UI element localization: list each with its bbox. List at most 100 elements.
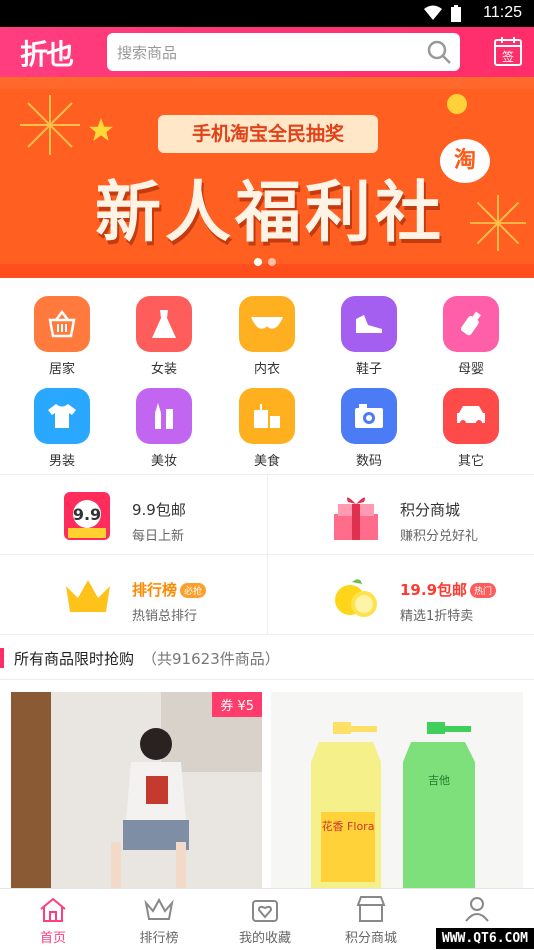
search-placeholder: 搜索商品 bbox=[117, 44, 178, 62]
user-icon bbox=[465, 897, 489, 922]
app-logo: 折也 bbox=[20, 38, 74, 71]
coin-icon bbox=[447, 94, 467, 114]
promo-tag: 必抢 bbox=[180, 583, 207, 598]
status-time: 11:25 bbox=[483, 4, 522, 21]
camera-icon bbox=[341, 388, 397, 444]
category-item-women[interactable]: 女装 bbox=[124, 296, 204, 377]
search-icon[interactable] bbox=[426, 39, 452, 69]
promo-nineteen-nine[interactable]: 19.9包邮 热门 精选1折特卖 bbox=[267, 555, 534, 635]
star-icon bbox=[89, 118, 113, 141]
section-title: 所有商品限时抢购 （共91623件商品） bbox=[14, 648, 280, 669]
tshirt-icon bbox=[34, 388, 90, 444]
taobao-badge: 淘 bbox=[440, 139, 490, 183]
tab-label: 首页 bbox=[39, 931, 66, 946]
category-item-men[interactable]: 男装 bbox=[22, 388, 102, 469]
coupon-badge: 券 ¥5 bbox=[212, 692, 262, 717]
shop-icon bbox=[356, 896, 386, 922]
promo-title-text: 19.9包邮 bbox=[400, 581, 468, 599]
promo-subtitle: 赚积分兑好礼 bbox=[400, 529, 479, 544]
product-image: 花香 Flora 吉他 bbox=[271, 692, 523, 889]
promo-title: 积分商城 bbox=[400, 501, 461, 519]
section-title-text: 所有商品限时抢购 bbox=[14, 650, 135, 668]
crown-icon bbox=[144, 897, 174, 920]
carousel-dots[interactable] bbox=[254, 258, 276, 266]
promo-subtitle: 每日上新 bbox=[132, 529, 185, 544]
promo-subtitle: 精选1折特卖 bbox=[400, 609, 474, 624]
promo-grid: 9.9 9.9包邮 每日上新 积分商城 赚积分兑好礼 排行榜 必抢 热销总排行 1… bbox=[0, 474, 534, 635]
tab-favorites[interactable]: 我的收藏 bbox=[212, 889, 318, 950]
app-header: 折也 搜索商品 签 bbox=[0, 27, 534, 77]
tab-home[interactable]: 首页 bbox=[0, 889, 106, 950]
product-count: （共91623件商品） bbox=[142, 650, 280, 668]
makeup-icon bbox=[136, 388, 192, 444]
site-watermark: WWW.QT6.COM bbox=[435, 928, 534, 949]
carousel-dot[interactable] bbox=[268, 258, 276, 266]
product-card[interactable]: 花香 Flora 吉他 bbox=[271, 692, 523, 889]
nine-nine-icon: 9.9 bbox=[64, 492, 110, 540]
firework-icon bbox=[20, 95, 80, 155]
category-label: 男装 bbox=[48, 454, 75, 469]
promo-nine-nine[interactable]: 9.9 9.9包邮 每日上新 bbox=[0, 475, 267, 555]
bottom-tab-bar: 首页 排行榜 我的收藏 积分商城 WWW.QT6.COM bbox=[0, 888, 534, 949]
category-item-makeup[interactable]: 美妆 bbox=[124, 388, 204, 469]
shoe-icon bbox=[341, 296, 397, 352]
product-image bbox=[11, 692, 262, 889]
promo-banner[interactable]: 手机淘宝全民抽奖 新人福利社 淘 bbox=[0, 77, 534, 278]
promo-title: 19.9包邮 热门 bbox=[400, 579, 497, 600]
promo-tag: 热门 bbox=[470, 583, 497, 598]
baby-bottle-icon bbox=[443, 296, 499, 352]
svg-text:9.9: 9.9 bbox=[73, 505, 101, 524]
promo-ranking[interactable]: 排行榜 必抢 热销总排行 bbox=[0, 555, 267, 635]
calendar-icon: 签 bbox=[494, 37, 522, 66]
product-card[interactable]: 券 ¥5 bbox=[11, 692, 262, 889]
crown-icon bbox=[66, 580, 110, 612]
basket-icon bbox=[34, 296, 90, 352]
flash-sale-header: 所有商品限时抢购 （共91623件商品） bbox=[0, 636, 534, 680]
category-item-baby[interactable]: 母婴 bbox=[431, 296, 511, 377]
category-label: 美妆 bbox=[150, 454, 177, 469]
tab-ranking[interactable]: 排行榜 bbox=[106, 889, 212, 950]
promo-title-text: 排行榜 bbox=[132, 581, 178, 599]
firework-icon bbox=[470, 195, 526, 251]
category-label: 数码 bbox=[355, 454, 382, 469]
category-item-home[interactable]: 居家 bbox=[22, 296, 102, 377]
svg-text:签: 签 bbox=[502, 49, 514, 64]
category-item-underwear[interactable]: 内衣 bbox=[227, 296, 307, 377]
section-accent-bar bbox=[0, 648, 4, 668]
category-item-digital[interactable]: 数码 bbox=[329, 388, 409, 469]
carousel-dot[interactable] bbox=[254, 258, 262, 266]
tab-label: 积分商城 bbox=[344, 931, 397, 946]
promo-title: 9.9包邮 bbox=[132, 501, 186, 519]
svg-text:吉他: 吉他 bbox=[428, 774, 450, 787]
search-input[interactable]: 搜索商品 bbox=[107, 33, 460, 71]
category-label: 女装 bbox=[150, 362, 177, 377]
promo-subtitle: 热销总排行 bbox=[132, 609, 198, 624]
category-item-shoes[interactable]: 鞋子 bbox=[329, 296, 409, 377]
tab-label: 我的收藏 bbox=[238, 931, 291, 946]
home-icon bbox=[40, 897, 66, 922]
category-item-other[interactable]: 其它 bbox=[431, 388, 511, 469]
svg-text:花香 Flora: 花香 Flora bbox=[322, 820, 375, 833]
category-label: 母婴 bbox=[457, 362, 484, 377]
gift-icon bbox=[334, 497, 378, 540]
category-label: 居家 bbox=[48, 362, 75, 377]
food-icon bbox=[239, 388, 295, 444]
signin-button[interactable]: 签 bbox=[494, 36, 522, 70]
banner-ribbon: 手机淘宝全民抽奖 bbox=[158, 115, 378, 153]
banner-title: 新人福利社 bbox=[95, 174, 445, 251]
dress-icon bbox=[136, 296, 192, 352]
lemon-icon bbox=[335, 579, 377, 617]
wifi-icon bbox=[424, 5, 442, 20]
tab-points-mall[interactable]: 积分商城 bbox=[318, 889, 424, 950]
car-icon bbox=[443, 388, 499, 444]
category-label: 美食 bbox=[253, 454, 280, 469]
promo-title: 排行榜 必抢 bbox=[132, 579, 207, 600]
battery-icon bbox=[451, 5, 461, 22]
bra-icon bbox=[239, 296, 295, 352]
promo-points-mall[interactable]: 积分商城 赚积分兑好礼 bbox=[267, 475, 534, 555]
category-label: 其它 bbox=[457, 454, 484, 469]
category-label: 内衣 bbox=[253, 362, 280, 377]
status-icons bbox=[424, 5, 462, 23]
category-label: 鞋子 bbox=[355, 362, 382, 377]
category-item-food[interactable]: 美食 bbox=[227, 388, 307, 469]
